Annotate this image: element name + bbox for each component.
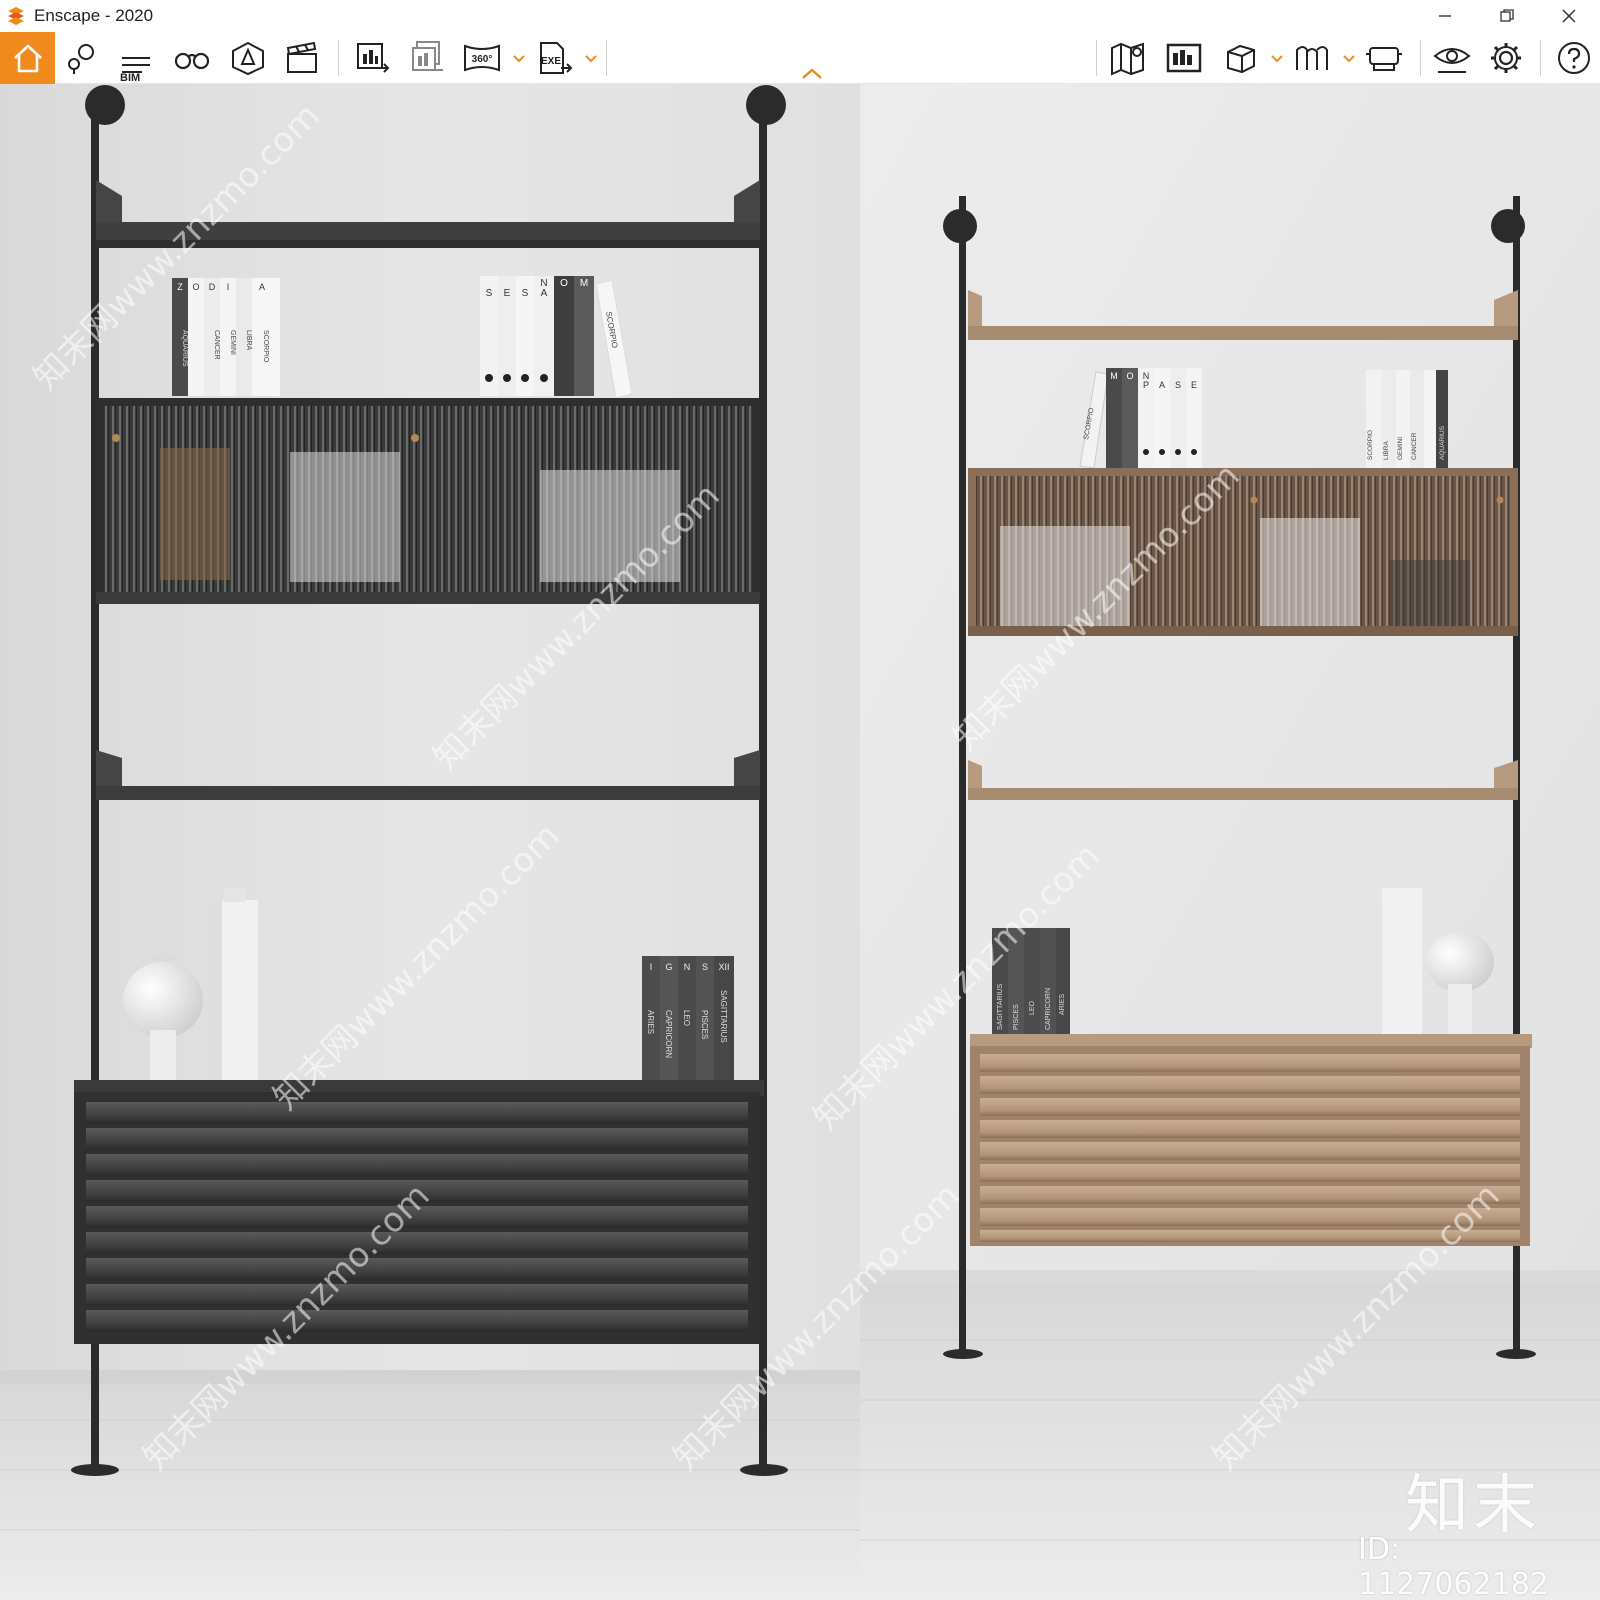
watermark-id: ID: 1127062182	[1358, 1532, 1549, 1600]
svg-text:PISCES: PISCES	[1013, 1004, 1020, 1030]
svg-text:LIBRA: LIBRA	[1383, 441, 1390, 460]
svg-text:N: N	[540, 278, 547, 289]
video-editor-icon[interactable]	[280, 36, 324, 80]
svg-text:E: E	[504, 288, 511, 299]
svg-text:O: O	[192, 282, 199, 292]
svg-text:SAGITTARIUS: SAGITTARIUS	[719, 990, 728, 1043]
svg-text:S: S	[702, 962, 708, 972]
svg-text:N: N	[684, 962, 691, 972]
chevron-down-icon[interactable]	[584, 52, 598, 66]
svg-text:D: D	[209, 282, 216, 292]
svg-text:AQUARIUS: AQUARIUS	[1439, 425, 1446, 460]
views-icon[interactable]	[60, 36, 104, 80]
svg-text:LEO: LEO	[682, 1010, 691, 1026]
svg-text:S: S	[1175, 380, 1181, 390]
svg-text:G: G	[665, 962, 672, 972]
svg-text:XII: XII	[718, 962, 729, 972]
svg-text:Z: Z	[177, 282, 183, 292]
toolbar-separator	[1540, 40, 1541, 76]
material-editor-icon[interactable]	[1218, 36, 1262, 80]
chevron-up-icon[interactable]	[800, 66, 824, 82]
asset-library-icon[interactable]	[226, 36, 270, 80]
title-bar: Enscape - 2020	[0, 0, 1600, 32]
render-panorama-icon[interactable]: 360°	[460, 36, 504, 80]
svg-text:SCORPIO: SCORPIO	[1367, 430, 1374, 460]
svg-text:A: A	[259, 282, 265, 292]
svg-text:LIBRA: LIBRA	[245, 330, 252, 351]
map-icon[interactable]	[1106, 36, 1150, 80]
home-icon[interactable]	[0, 32, 55, 84]
close-icon[interactable]	[1538, 0, 1600, 32]
svg-text:I: I	[227, 282, 230, 292]
svg-text:A: A	[1159, 380, 1165, 390]
svg-text:ARIES: ARIES	[1059, 994, 1066, 1015]
export-exe-icon[interactable]: EXE	[532, 36, 576, 80]
enscape-logo-icon	[4, 4, 28, 28]
window-title: Enscape - 2020	[34, 6, 154, 25]
svg-text:ARIES: ARIES	[646, 1010, 655, 1034]
settings-gear-icon[interactable]	[1484, 36, 1528, 80]
toolbar-separator	[606, 40, 607, 76]
help-icon[interactable]	[1552, 36, 1596, 80]
toolbar-separator	[338, 40, 339, 76]
minimize-icon[interactable]	[1414, 0, 1476, 32]
svg-text:M: M	[1110, 371, 1118, 381]
toolbar-separator	[1096, 40, 1097, 76]
svg-text:E: E	[1191, 380, 1197, 390]
svg-text:AQUARIUS: AQUARIUS	[181, 330, 188, 367]
svg-text:CANCER: CANCER	[1411, 432, 1418, 460]
svg-text:O: O	[560, 278, 568, 289]
exe-label: EXE	[541, 56, 561, 67]
svg-text:SAGITTARIUS: SAGITTARIUS	[997, 984, 1004, 1030]
svg-text:S: S	[486, 288, 493, 299]
restore-icon[interactable]	[1476, 0, 1538, 32]
chevron-down-icon[interactable]	[512, 52, 526, 66]
svg-text:S: S	[522, 288, 529, 299]
vr-headset-icon[interactable]	[1290, 36, 1334, 80]
render-image-icon[interactable]	[350, 36, 394, 80]
svg-text:A: A	[541, 288, 548, 299]
eye-icon[interactable]	[1430, 36, 1474, 80]
svg-text:GEMINI: GEMINI	[229, 330, 236, 355]
svg-text:CAPRICORN: CAPRICORN	[1045, 988, 1052, 1030]
svg-text:PISCES: PISCES	[700, 1010, 709, 1039]
chevron-down-icon[interactable]	[1270, 52, 1284, 66]
render-viewport[interactable]: Z O D I A AQUARIUS CANCER GEMINI LIBRA S…	[0, 84, 1600, 1600]
batch-render-icon[interactable]	[405, 36, 449, 80]
svg-text:GEMINI: GEMINI	[1397, 437, 1404, 460]
collaborative-annotations-icon[interactable]	[1162, 36, 1206, 80]
svg-text:CANCER: CANCER	[213, 330, 220, 360]
svg-text:LEO: LEO	[1029, 1000, 1036, 1015]
binoculars-icon[interactable]	[170, 36, 214, 80]
svg-text:I: I	[650, 962, 653, 972]
chevron-down-icon[interactable]	[1342, 52, 1356, 66]
svg-text:SCORPIO: SCORPIO	[262, 330, 269, 363]
panorama-label: 360°	[472, 54, 493, 65]
toolbar-separator	[1420, 40, 1421, 76]
visual-settings-icon[interactable]	[1362, 36, 1406, 80]
svg-text:M: M	[580, 278, 588, 289]
svg-text:P: P	[1143, 380, 1149, 390]
bim-label: BIM	[120, 72, 141, 84]
svg-text:CAPRICORN: CAPRICORN	[664, 1010, 673, 1058]
svg-text:O: O	[1126, 371, 1133, 381]
